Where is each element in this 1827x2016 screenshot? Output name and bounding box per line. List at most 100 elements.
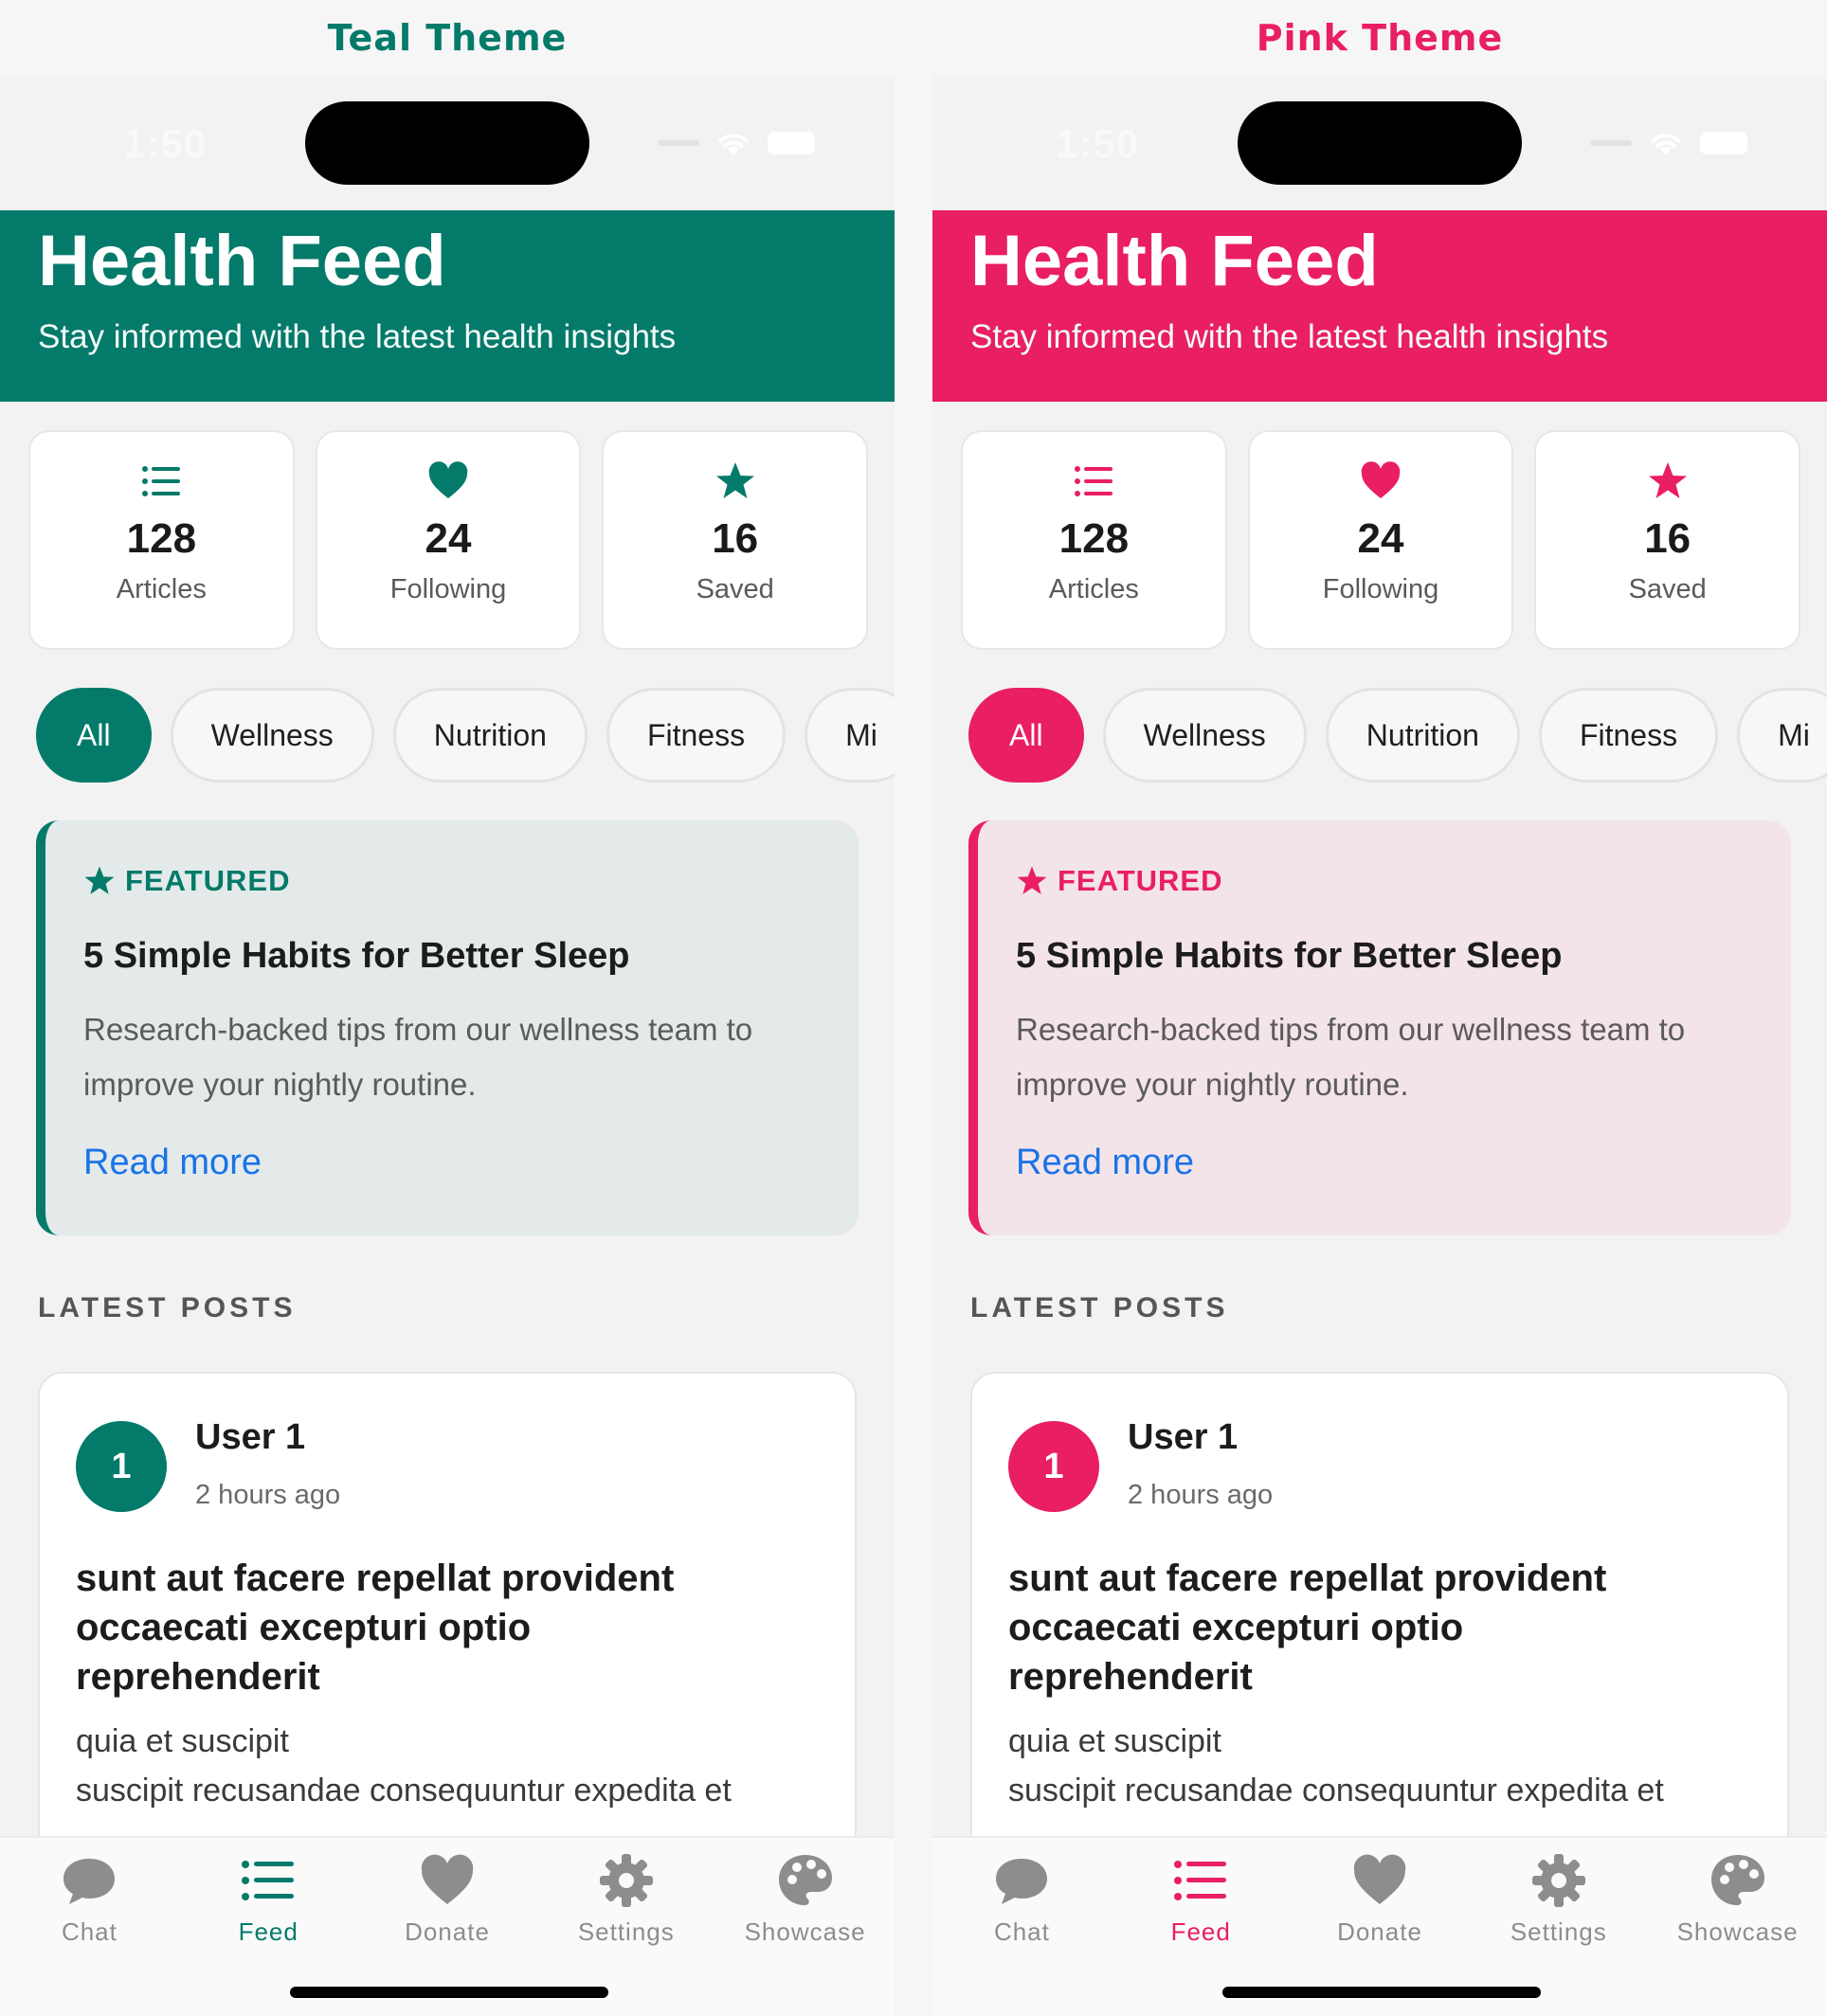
heart-icon (421, 1854, 474, 1904)
wifi-icon (718, 134, 749, 155)
stat-value: 128 (1058, 515, 1130, 562)
tab-feed[interactable]: Feed (179, 1838, 358, 1961)
avatar[interactable]: 1 (76, 1421, 167, 1512)
tab-settings[interactable]: Settings (536, 1838, 715, 1961)
avatar[interactable]: 1 (1008, 1421, 1099, 1512)
chip-fitness[interactable]: Fitness (606, 688, 787, 783)
stat-value: 16 (712, 515, 759, 562)
pink-theme-column: Pink Theme 1:50 Health Feed Stay informe… (932, 0, 1827, 2016)
battery-icon (768, 132, 815, 154)
post-card[interactable]: 1 User 1 2 hours ago sunt aut facere rep… (38, 1372, 857, 1902)
post-title: sunt aut facere repellat provident occae… (1008, 1557, 1607, 1698)
post-card[interactable]: 1 User 1 2 hours ago sunt aut facere rep… (970, 1372, 1789, 1902)
stat-label: Saved (1628, 574, 1707, 604)
stat-card-following[interactable]: 24 Following (315, 430, 582, 650)
tab-label: Chat (61, 1917, 118, 1946)
stat-card-articles[interactable]: 128 Articles (28, 430, 295, 650)
featured-card[interactable]: FEATURED 5 Simple Habits for Better Slee… (36, 820, 859, 1235)
status-icons (1590, 129, 1747, 157)
tab-label: Feed (238, 1917, 298, 1946)
dynamic-island (1238, 101, 1522, 185)
theme-title: Pink Theme (1256, 17, 1504, 59)
status-icons (658, 129, 815, 157)
post-username[interactable]: User 1 (1128, 1417, 1238, 1458)
status-bar: 1:50 (932, 76, 1827, 210)
tab-bar: Chat Feed Donate Settings Showcase (0, 1836, 895, 2016)
tab-label: Settings (577, 1917, 675, 1946)
stat-card-articles[interactable]: 128 Articles (961, 430, 1227, 650)
cellular-icon (658, 140, 699, 146)
stat-label: Following (1322, 574, 1439, 604)
stat-card-saved[interactable]: 16 Saved (1534, 430, 1801, 650)
tab-chat[interactable]: Chat (932, 1838, 1112, 1961)
tab-bar: Chat Feed Donate Settings Showcase (932, 1836, 1827, 2016)
stat-value: 16 (1644, 515, 1691, 562)
cellular-icon (1590, 140, 1632, 146)
post-body-line: suscipit recusandae consequuntur expedit… (1008, 1773, 1664, 1809)
chip-nutrition[interactable]: Nutrition (1325, 688, 1520, 783)
tab-chat[interactable]: Chat (0, 1838, 179, 1961)
read-more-link[interactable]: Read more (1016, 1143, 1194, 1183)
chat-icon (996, 1859, 1048, 1904)
dynamic-island (305, 101, 589, 185)
post-username[interactable]: User 1 (195, 1417, 305, 1458)
feed-icon (242, 1861, 295, 1900)
status-time: 1:50 (123, 121, 208, 166)
stat-card-following[interactable]: 24 Following (1247, 430, 1514, 650)
read-more-link[interactable]: Read more (83, 1143, 262, 1183)
featured-tag: FEATURED (83, 864, 290, 898)
chat-icon (63, 1859, 116, 1904)
tab-settings[interactable]: Settings (1469, 1838, 1648, 1961)
page-title: Health Feed (970, 221, 1379, 301)
post-body: quia et suscipit suscipit recusandae con… (76, 1717, 834, 1815)
tab-label: Showcase (744, 1917, 866, 1946)
heart-icon (1361, 461, 1401, 498)
chip-partial[interactable]: Mi (805, 688, 895, 783)
palette-icon (778, 1855, 832, 1905)
stat-value: 128 (126, 515, 197, 562)
category-chips: All Wellness Nutrition Fitness Mi (968, 688, 1827, 783)
battery-icon (1700, 132, 1747, 154)
chip-wellness[interactable]: Wellness (1102, 688, 1307, 783)
stats-row: 128 Articles 24 Following 16 Saved (961, 430, 1801, 650)
list-icon (142, 466, 181, 496)
star-icon (715, 462, 754, 498)
featured-title: 5 Simple Habits for Better Sleep (83, 936, 630, 976)
post-timestamp: 2 hours ago (195, 1480, 341, 1510)
section-label: LATEST POSTS (38, 1292, 297, 1323)
phone-screen: 1:50 Health Feed Stay informed with the … (932, 76, 1827, 2016)
chip-all[interactable]: All (968, 688, 1084, 783)
chip-all[interactable]: All (36, 688, 152, 783)
page-subtitle: Stay informed with the latest health ins… (970, 318, 1609, 355)
chip-partial[interactable]: Mi (1737, 688, 1827, 783)
tab-label: Showcase (1676, 1917, 1799, 1946)
star-icon (1017, 866, 1047, 894)
home-indicator[interactable] (1222, 1987, 1541, 1998)
wifi-icon (1651, 134, 1681, 155)
gear-icon (599, 1854, 653, 1907)
post-timestamp: 2 hours ago (1128, 1480, 1274, 1510)
tab-donate[interactable]: Donate (1291, 1838, 1470, 1961)
feed-header: Health Feed Stay informed with the lates… (0, 210, 895, 402)
chip-nutrition[interactable]: Nutrition (392, 688, 588, 783)
tab-showcase[interactable]: Showcase (715, 1838, 895, 1961)
list-icon (1075, 466, 1113, 496)
feed-header: Health Feed Stay informed with the lates… (932, 210, 1827, 402)
phone-screen: 1:50 Health Feed Stay informed with the … (0, 76, 895, 2016)
tab-donate[interactable]: Donate (358, 1838, 537, 1961)
featured-title: 5 Simple Habits for Better Sleep (1016, 936, 1563, 976)
featured-tag-label: FEATURED (1058, 864, 1223, 897)
featured-card[interactable]: FEATURED 5 Simple Habits for Better Slee… (968, 820, 1791, 1235)
stat-card-saved[interactable]: 16 Saved (602, 430, 869, 650)
tab-label: Feed (1170, 1917, 1231, 1946)
chip-wellness[interactable]: Wellness (170, 688, 374, 783)
home-indicator[interactable] (290, 1987, 608, 1998)
tab-label: Donate (405, 1917, 490, 1946)
status-time: 1:50 (1056, 121, 1140, 166)
heart-icon (1353, 1854, 1406, 1904)
chip-fitness[interactable]: Fitness (1538, 688, 1719, 783)
post-body-line: suscipit recusandae consequuntur expedit… (76, 1773, 732, 1809)
tab-showcase[interactable]: Showcase (1648, 1838, 1827, 1961)
teal-theme-column: Teal Theme 1:50 Health Feed Stay informe… (0, 0, 895, 2016)
tab-feed[interactable]: Feed (1112, 1838, 1291, 1961)
